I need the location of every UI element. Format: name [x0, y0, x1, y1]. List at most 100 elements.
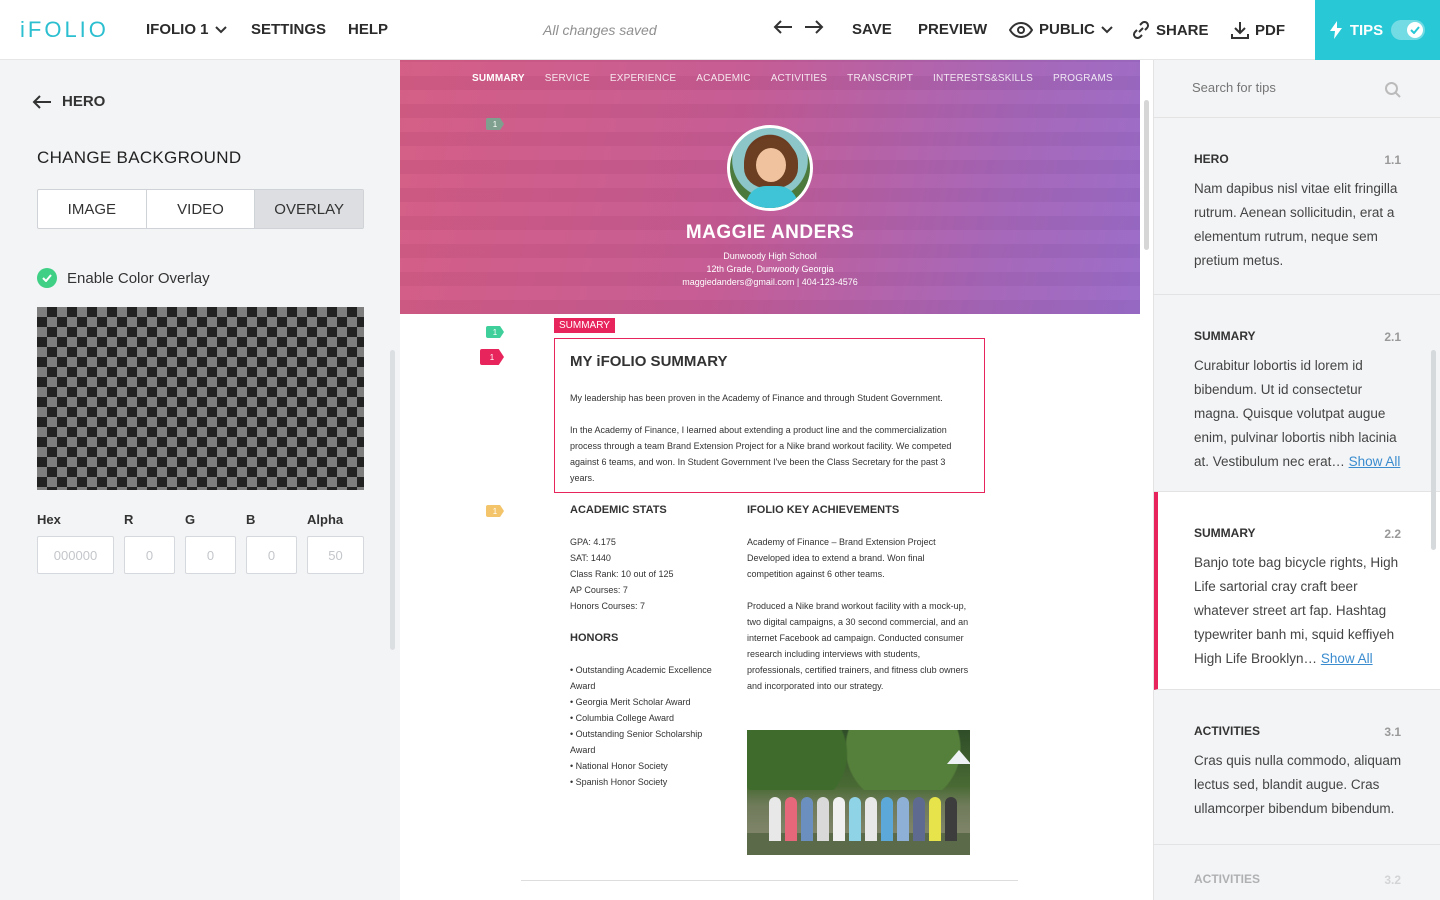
video-tab[interactable]: VIDEO — [147, 190, 256, 228]
tips-label: TIPS — [1349, 21, 1384, 39]
arrow-left-icon — [773, 20, 792, 34]
tip-card[interactable]: HERO 1.1 Nam dapibus nisl vitae elit fri… — [1154, 118, 1440, 295]
folio-menu-label: iFOLIO 1 — [146, 21, 209, 38]
r-label: R — [124, 512, 134, 527]
tip-number: 3.2 — [1384, 873, 1401, 887]
hex-input[interactable]: 000000 — [37, 536, 114, 574]
redo-button[interactable] — [804, 19, 824, 35]
tip-card[interactable]: ACTIVITIES 3.1 Cras quis nulla commodo, … — [1154, 690, 1440, 845]
honor-item: • Outstanding Senior Scholarship Award — [570, 729, 703, 755]
stat-item: SAT: 1440 — [570, 553, 611, 563]
tips-toggle[interactable]: TIPS — [1315, 0, 1440, 60]
tip-number: 1.1 — [1384, 153, 1401, 167]
undo-button[interactable] — [773, 19, 793, 35]
background-type-selector: IMAGE VIDEO OVERLAY — [37, 189, 364, 229]
stat-item: Class Rank: 10 out of 125 — [570, 569, 674, 579]
summary-tip-pin-red[interactable]: 1 — [480, 349, 504, 365]
check-icon — [1410, 26, 1420, 34]
nav-experience[interactable]: EXPERIENCE — [610, 73, 676, 84]
profile-school: Dunwoody High School — [723, 251, 817, 261]
folio-menu[interactable]: iFOLIO 1 — [146, 21, 227, 38]
nav-activities[interactable]: ACTIVITIES — [771, 73, 827, 84]
background-editor-panel: HERO CHANGE BACKGROUND IMAGE VIDEO OVERL… — [0, 60, 400, 900]
pdf-button[interactable]: PDF — [1231, 21, 1285, 39]
stat-item: AP Courses: 7 — [570, 585, 628, 595]
tips-search — [1154, 60, 1440, 118]
share-button[interactable]: SHARE — [1132, 21, 1209, 39]
pdf-label: PDF — [1255, 21, 1285, 39]
save-button[interactable]: SAVE — [852, 21, 892, 38]
profile-contact: maggiedanders@gmail.com | 404-123-4576 — [682, 277, 858, 287]
tip-number: 3.1 — [1384, 725, 1401, 739]
tip-number: 2.2 — [1384, 527, 1401, 541]
download-icon — [1231, 22, 1249, 39]
tip-card[interactable]: ACTIVITIES 3.2 — [1154, 845, 1440, 900]
tips-scrollbar[interactable] — [1431, 350, 1436, 550]
overlay-color-preview[interactable] — [37, 307, 364, 490]
hero-section[interactable]: SUMMARY SERVICE EXPERIENCE ACADEMIC ACTI… — [400, 60, 1140, 314]
tip-title: HERO — [1194, 152, 1229, 166]
nav-transcript[interactable]: TRANSCRIPT — [847, 73, 913, 84]
overlay-label: Enable Color Overlay — [67, 269, 210, 287]
achievement-2: Produced a Nike brand workout facility w… — [747, 601, 969, 691]
b-input[interactable]: 0 — [246, 536, 297, 574]
canvas-scrollbar[interactable] — [1144, 100, 1149, 250]
honor-item: • Columbia College Award — [570, 713, 675, 723]
summary-tip-pin-green[interactable]: 1 — [486, 326, 504, 338]
nav-service[interactable]: SERVICE — [545, 73, 590, 84]
check-circle-icon — [37, 268, 57, 288]
r-input[interactable]: 0 — [124, 536, 175, 574]
visibility-menu[interactable]: PUBLIC — [1009, 21, 1113, 38]
honor-item: • National Honor Society — [570, 761, 668, 771]
stats-tip-pin[interactable]: 1 — [486, 505, 504, 517]
g-input[interactable]: 0 — [185, 536, 236, 574]
section-divider — [521, 880, 1018, 881]
nav-programs[interactable]: PROGRAMS — [1053, 73, 1113, 84]
honors-title: HONORS — [570, 632, 619, 644]
chevron-down-icon — [214, 25, 227, 33]
tips-search-input[interactable] — [1192, 80, 1372, 95]
share-label: SHARE — [1156, 21, 1209, 39]
avatar[interactable] — [727, 125, 813, 211]
stat-item: Honors Courses: 7 — [570, 601, 646, 611]
nav-summary[interactable]: SUMMARY — [472, 73, 525, 84]
tip-card[interactable]: SUMMARY 2.1 Curabitur lobortis id lorem … — [1154, 295, 1440, 492]
nav-interests-skills[interactable]: INTERESTS&SKILLS — [933, 73, 1033, 84]
tip-number: 2.1 — [1384, 330, 1401, 344]
save-status: All changes saved — [543, 22, 657, 38]
show-all-link[interactable]: Show All — [1321, 651, 1373, 666]
search-icon[interactable] — [1384, 81, 1402, 99]
achievements-title: IFOLIO KEY ACHIEVEMENTS — [747, 504, 900, 516]
image-tab[interactable]: IMAGE — [38, 190, 147, 228]
nav-academic[interactable]: ACADEMIC — [696, 73, 750, 84]
honor-item: • Outstanding Academic Excellence Award — [570, 665, 712, 691]
preview-button[interactable]: PREVIEW — [918, 21, 987, 38]
lightning-icon — [1329, 21, 1342, 39]
alpha-input[interactable]: 50 — [307, 536, 364, 574]
back-to-hero-button[interactable]: HERO — [32, 93, 105, 110]
arrow-left-icon — [32, 94, 51, 109]
academic-stats-list: GPA: 4.175 SAT: 1440 Class Rank: 10 out … — [570, 534, 720, 614]
toggle-knob — [1407, 22, 1424, 38]
eye-icon — [1009, 21, 1033, 38]
tip-text: Nam dapibus nisl vitae elit fringilla ru… — [1194, 181, 1398, 268]
panel-scrollbar[interactable] — [390, 350, 395, 650]
enable-overlay-checkbox[interactable]: Enable Color Overlay — [37, 268, 210, 288]
overlay-tab[interactable]: OVERLAY — [255, 190, 364, 228]
tip-title: ACTIVITIES — [1194, 724, 1261, 738]
summary-paragraph-1: My leadership has been proven in the Aca… — [570, 393, 943, 403]
show-all-link[interactable]: Show All — [1349, 454, 1401, 469]
tip-card-active[interactable]: SUMMARY 2.2 Banjo tote bag bicycle right… — [1154, 492, 1440, 690]
profile-grade: 12th Grade, Dunwoody Georgia — [706, 264, 834, 274]
settings-link[interactable]: SETTINGS — [251, 21, 326, 38]
ifolio-logo[interactable]: iFOLIO — [20, 17, 109, 43]
tip-title: SUMMARY — [1194, 526, 1256, 540]
honor-item: • Spanish Honor Society — [570, 777, 668, 787]
tips-switch[interactable] — [1391, 20, 1426, 40]
summary-section[interactable]: MY iFOLIO SUMMARY My leadership has been… — [554, 338, 985, 493]
team-photo[interactable] — [747, 730, 970, 855]
honors-list: • Outstanding Academic Excellence Award … — [570, 662, 720, 790]
tips-panel: HERO 1.1 Nam dapibus nisl vitae elit fri… — [1153, 60, 1440, 900]
alpha-label: Alpha — [307, 512, 344, 527]
help-link[interactable]: HELP — [348, 21, 388, 38]
